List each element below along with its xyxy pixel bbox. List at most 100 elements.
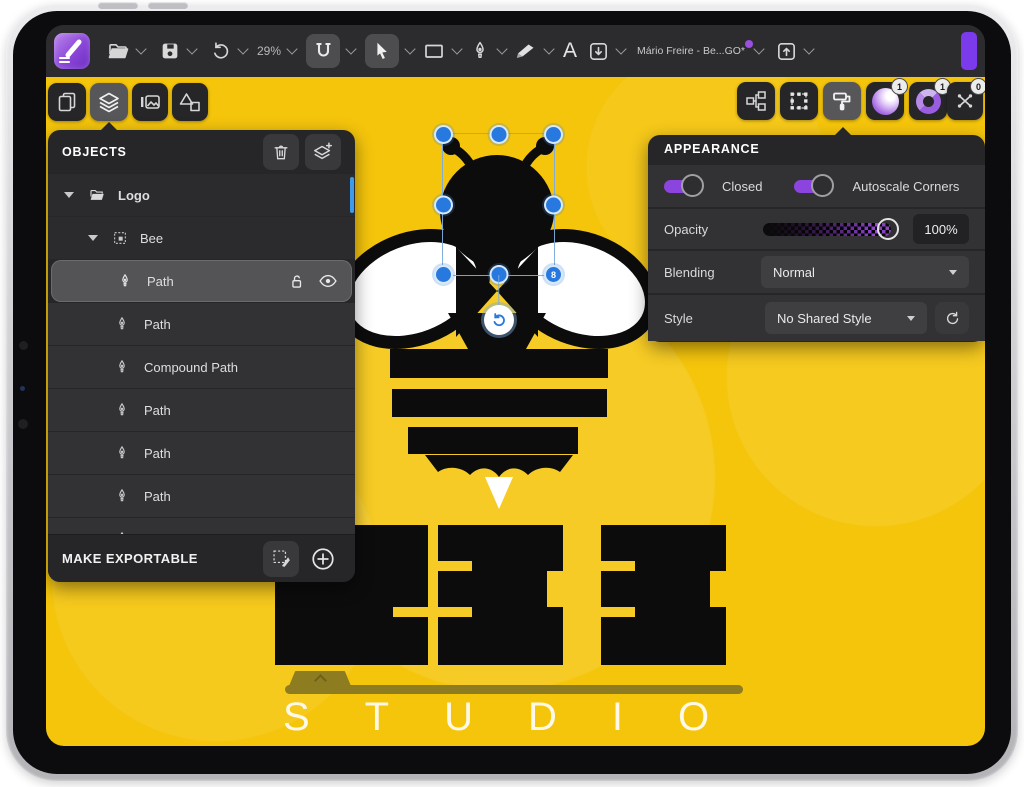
pages-button[interactable] — [48, 83, 86, 121]
ipad-device-frame: 29% — [6, 4, 1018, 781]
layer-label: Path — [144, 403, 171, 418]
arrange-button[interactable] — [737, 82, 775, 120]
delete-layer-button[interactable] — [263, 134, 299, 170]
selection-tool[interactable] — [365, 34, 399, 68]
disclosure-triangle-icon[interactable] — [88, 235, 98, 241]
closed-toggle[interactable] — [664, 174, 712, 198]
layers-button[interactable] — [90, 83, 128, 121]
opacity-value[interactable]: 100% — [913, 214, 969, 244]
save-icon[interactable] — [159, 40, 181, 62]
chevron-down-icon[interactable] — [803, 43, 814, 54]
layer-row-path[interactable]: Path — [48, 475, 355, 517]
visibility-eye-icon[interactable] — [318, 271, 338, 291]
chevron-down-icon[interactable] — [451, 43, 462, 54]
logo-underline-bar[interactable] — [285, 685, 743, 694]
transform-button[interactable] — [780, 82, 818, 120]
refresh-style-button[interactable] — [935, 302, 969, 334]
shape-tool[interactable] — [422, 39, 446, 63]
plus-circle-icon — [310, 546, 336, 572]
opacity-slider[interactable] — [763, 223, 891, 236]
fill-color-button[interactable]: 1 — [866, 82, 904, 120]
selection-handle-top-center[interactable] — [489, 125, 508, 144]
zoom-level[interactable]: 29% — [257, 44, 281, 58]
shapes-button[interactable] — [172, 83, 208, 121]
layer-row-path[interactable]: Path — [48, 518, 355, 534]
toggle-knob — [811, 174, 834, 197]
style-value: No Shared Style — [777, 311, 872, 326]
path-icon — [114, 445, 130, 461]
layer-row-path-selected[interactable]: Path — [51, 260, 352, 302]
dropdown-arrow-icon — [949, 270, 957, 275]
app-menu-button[interactable] — [54, 33, 90, 69]
rotate-handle-line — [498, 275, 500, 307]
rotate-handle[interactable] — [484, 305, 514, 335]
make-exportable-button[interactable]: MAKE EXPORTABLE — [62, 551, 198, 566]
style-paint-button[interactable] — [823, 82, 861, 120]
layer-label: Bee — [140, 231, 163, 246]
export-icon[interactable] — [775, 40, 798, 63]
selection-handle-bottom-left[interactable] — [434, 265, 453, 284]
artboard-tab[interactable] — [289, 671, 351, 686]
folder-icon[interactable] — [106, 39, 130, 63]
chevron-down-icon[interactable] — [404, 43, 415, 54]
selection-handle-mid-right[interactable] — [544, 195, 563, 214]
lock-open-icon[interactable] — [287, 272, 306, 291]
layer-row-logo[interactable]: Logo — [48, 174, 355, 216]
style-dropdown[interactable]: No Shared Style — [765, 302, 927, 334]
blending-label: Blending — [664, 265, 715, 280]
add-layer-button[interactable] — [305, 134, 341, 170]
layer-label: Path — [144, 317, 171, 332]
autoscale-corners-label: Autoscale Corners — [852, 179, 959, 194]
mask-button[interactable]: 0 — [947, 82, 983, 120]
disclosure-triangle-icon[interactable] — [64, 192, 74, 198]
chevron-down-icon[interactable] — [496, 43, 507, 54]
pencil-accent-pill — [961, 32, 977, 70]
opacity-label: Opacity — [664, 222, 708, 237]
pen-tool[interactable] — [469, 40, 491, 62]
layer-row-path[interactable]: Path — [48, 389, 355, 431]
knife-tool[interactable] — [514, 39, 538, 63]
chevron-down-icon[interactable] — [237, 43, 248, 54]
opacity-row: Opacity 100% — [648, 209, 985, 249]
import-icon[interactable] — [587, 40, 610, 63]
export-slice-button[interactable] — [263, 541, 299, 577]
chevron-down-icon[interactable] — [615, 43, 626, 54]
chevron-down-icon[interactable] — [345, 43, 356, 54]
selection-handle-mid-left[interactable] — [434, 195, 453, 214]
shapes-icon — [178, 90, 202, 114]
logo-letter-e — [601, 525, 754, 665]
path-icon — [114, 402, 130, 418]
pencil-icon — [54, 33, 90, 69]
chevron-down-icon[interactable] — [186, 43, 197, 54]
snap-magnet-tool[interactable] — [306, 34, 340, 68]
layer-row-compound-path[interactable]: Compound Path — [48, 346, 355, 388]
app-screen: 29% — [46, 25, 985, 746]
chevron-down-icon[interactable] — [135, 43, 146, 54]
unsaved-indicator-dot — [745, 40, 753, 48]
selection-handle-top-right[interactable] — [544, 125, 563, 144]
camera-dot — [18, 419, 28, 429]
add-layer-icon — [312, 141, 334, 163]
add-object-button[interactable] — [305, 541, 341, 577]
studio-text[interactable]: STUDIO — [283, 695, 764, 740]
stroke-color-button[interactable]: 1 — [909, 82, 947, 120]
opacity-slider-knob[interactable] — [877, 218, 899, 240]
chevron-down-icon[interactable] — [286, 43, 297, 54]
chevron-down-icon[interactable] — [543, 43, 554, 54]
selection-handle-bottom-right[interactable]: 8 — [544, 265, 563, 284]
toggles-row: Closed Autoscale Corners — [648, 165, 985, 207]
blending-dropdown[interactable]: Normal — [761, 256, 969, 288]
objects-panel-title: OBJECTS — [62, 145, 127, 159]
camera-dot — [19, 341, 28, 350]
document-title[interactable]: Mário Freire - Be...GO* — [637, 45, 745, 57]
selection-bounding-box[interactable]: 8 — [442, 133, 555, 276]
selection-handle-top-left[interactable] — [434, 125, 453, 144]
undo-icon[interactable] — [210, 40, 232, 62]
autoscale-corners-toggle[interactable] — [794, 174, 842, 198]
layer-row-path[interactable]: Path — [48, 432, 355, 474]
text-tool[interactable]: A — [563, 39, 577, 63]
layer-row-bee[interactable]: Bee — [48, 217, 355, 259]
layer-row-path[interactable]: Path — [48, 303, 355, 345]
gallery-button[interactable] — [132, 83, 168, 121]
chevron-down-icon[interactable] — [753, 43, 764, 54]
